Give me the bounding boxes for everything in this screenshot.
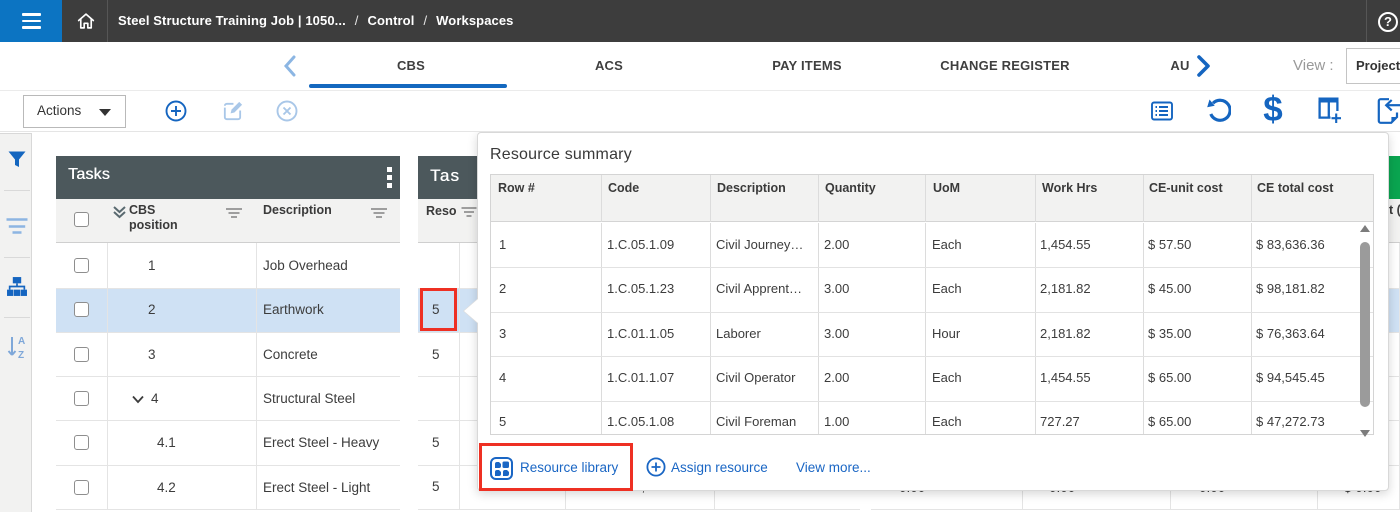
svg-text:A: A [18, 336, 25, 347]
svg-text:Z: Z [18, 350, 24, 360]
